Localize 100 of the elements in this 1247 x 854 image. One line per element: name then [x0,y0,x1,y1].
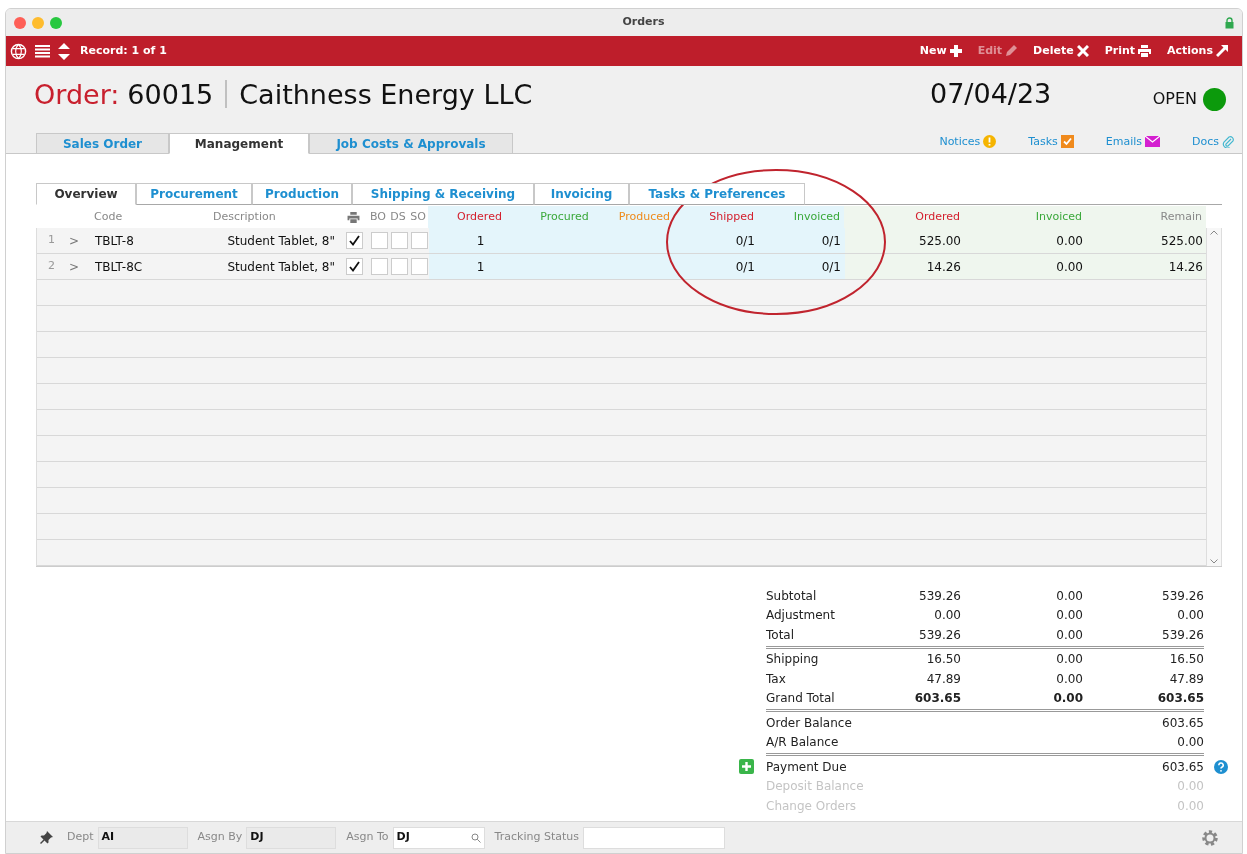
table-cell: 0/1 [675,228,759,253]
total-value: 0.00 [1056,627,1083,642]
lock-icon [1225,16,1234,29]
total-value: 0.00 [934,608,961,623]
total-label: A/R Balance [766,735,839,750]
total-value: 539.26 [919,627,961,642]
total-value: 539.26 [1162,588,1204,603]
minimize-window-button[interactable] [32,16,44,29]
table-cell: 0/1 [675,254,759,279]
total-label: Grand Total [766,691,835,706]
column-header: Procured [531,206,598,228]
total-value: 0.00 [1056,608,1083,623]
row-number: 2 [47,258,56,275]
input-field[interactable]: DJ [246,826,337,849]
actions-button[interactable]: Actions [1167,42,1228,60]
column-header: Remain [1086,206,1206,228]
total-value: 0.00 [1056,652,1083,667]
up-down-arrows-icon[interactable] [58,42,70,60]
pencil-icon [1005,45,1018,57]
total-label: Tax [766,671,786,686]
column-header: DS [389,208,407,225]
add-icon[interactable] [739,759,754,775]
scroll-up-icon[interactable] [1210,230,1218,235]
column-header: BO [369,208,387,225]
checkbox[interactable] [345,258,363,275]
new-button[interactable]: New [919,42,962,60]
checkbox[interactable] [370,232,388,249]
emails-link[interactable]: Emails [1105,133,1160,150]
tab[interactable]: Tasks & Preferences [629,183,805,205]
delete-button[interactable]: Delete [1033,42,1089,60]
tab[interactable]: Job Costs & Approvals [309,133,513,154]
checkbox[interactable] [390,258,408,275]
tab[interactable]: Shipping & Receiving [352,183,534,205]
column-header: Invoiced [758,206,844,228]
order-number: 60015 [127,80,214,108]
total-value: 0.00 [1177,735,1204,750]
tab[interactable]: Sales Order [36,133,169,154]
tab[interactable]: Production [252,183,352,205]
checkbox[interactable] [410,258,428,275]
printer-icon [1138,45,1151,57]
total-value: 603.65 [1162,715,1204,730]
column-header: Code [93,208,124,225]
close-window-button[interactable] [14,16,26,29]
table-cell: 525.00 [1087,228,1207,253]
input-field[interactable]: AI [97,826,188,849]
tasks-link[interactable]: Tasks [1028,133,1074,150]
expand-button[interactable]: > [68,257,80,276]
field-label: Asgn By [197,829,243,846]
checkbox[interactable] [390,232,408,249]
table-cell: 1 [429,228,532,253]
table-cell: 525.00 [845,228,965,253]
settings-icon[interactable] [1200,827,1220,848]
arrow-icon [1216,45,1228,57]
total-value: 0.00 [1177,608,1204,623]
total-label: Subtotal [766,588,817,603]
tab[interactable]: Management [169,133,309,154]
pin-icon[interactable] [40,831,53,844]
docs-link[interactable]: Docs [1192,133,1234,150]
table-cell-text: TBLT-8 [94,232,135,250]
globe-icon[interactable] [10,42,27,60]
total-value: 0.00 [1177,779,1204,794]
column-header: Description [212,208,277,225]
paperclip-icon [1222,135,1234,149]
total-label: Payment Due [766,759,847,774]
search-field[interactable]: DJ [392,826,485,849]
expand-button[interactable]: > [68,231,80,250]
tab[interactable]: Procurement [136,183,252,205]
notices-link[interactable]: Notices [939,133,997,150]
total-value: 16.50 [926,652,961,667]
tab[interactable]: Overview [36,183,136,205]
zoom-window-button[interactable] [50,16,62,29]
menu-icon[interactable] [35,44,50,58]
tab[interactable]: Invoicing [534,183,629,205]
table-cell-text: TBLT-8C [94,258,144,276]
scrollbar[interactable] [1206,228,1222,566]
scroll-down-icon[interactable] [1210,559,1218,564]
table-cell: 14.26 [845,254,965,279]
total-value: 47.89 [926,671,961,686]
table-cell: 0.00 [965,228,1087,253]
checkbox[interactable] [410,232,428,249]
total-value: 0.00 [1053,691,1083,706]
total-value: 539.26 [919,588,961,603]
total-value: 603.65 [914,691,961,706]
total-value: 0.00 [1056,671,1083,686]
search-icon[interactable] [470,832,481,843]
row-number: 1 [47,232,56,249]
table-cell: 0/1 [759,254,845,279]
total-label: Change Orders [766,798,857,813]
table-cell: 0.00 [965,254,1087,279]
status-label: OPEN [1152,88,1197,110]
print-button[interactable]: Print [1104,42,1151,60]
total-label: Adjustment [766,608,835,623]
help-icon[interactable] [1214,759,1228,774]
total-value: 0.00 [1177,798,1204,813]
table-cell: 0/1 [759,228,845,253]
printer-icon [346,211,360,223]
column-header: Produced [598,206,674,228]
input-field[interactable] [582,826,725,849]
checkbox[interactable] [345,232,363,249]
checkbox[interactable] [370,258,388,275]
